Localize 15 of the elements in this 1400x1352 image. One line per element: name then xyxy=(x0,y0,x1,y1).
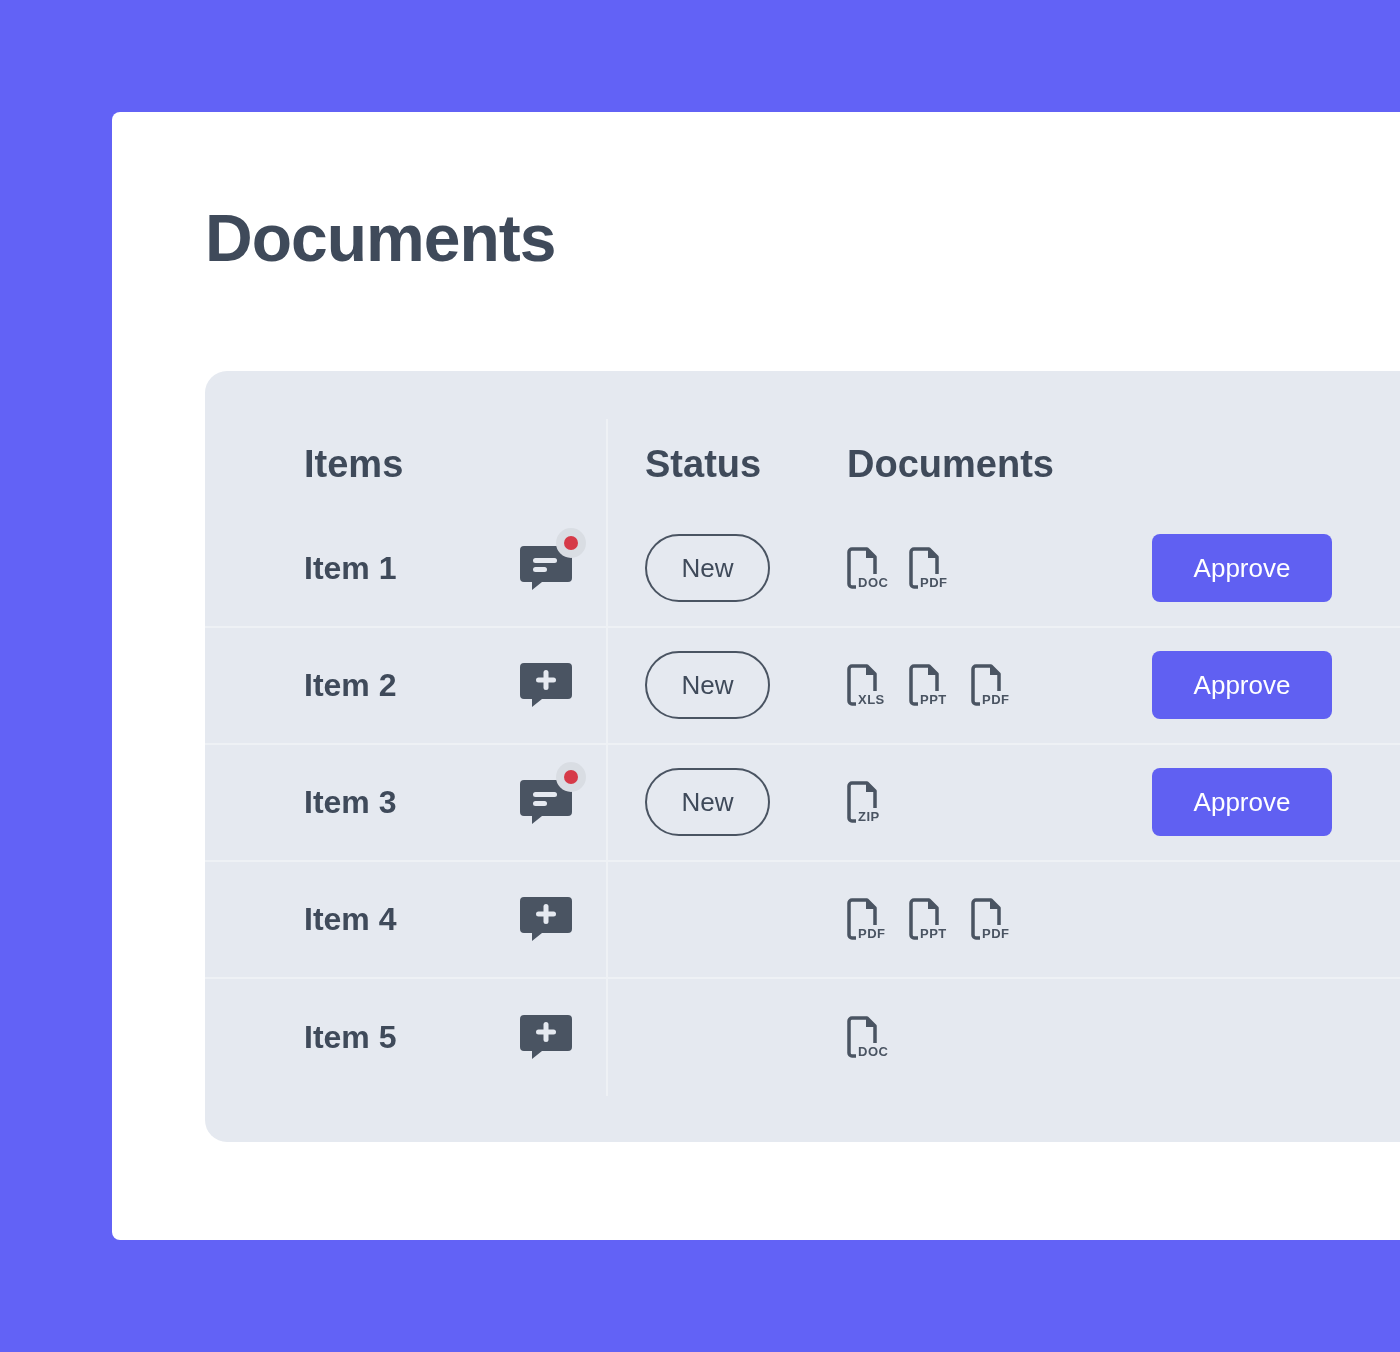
approve-button[interactable]: Approve xyxy=(1152,534,1332,603)
approve-button[interactable]: Approve xyxy=(1152,651,1332,720)
column-header: Status xyxy=(645,443,762,486)
status-pill: New xyxy=(645,768,770,837)
page-title: Documents xyxy=(205,202,557,275)
item-name: Item 4 xyxy=(304,900,398,940)
status-pill: New xyxy=(645,534,770,603)
column-header: Documents xyxy=(847,442,1054,488)
column-header: Items xyxy=(304,442,404,488)
item-name: Item 5 xyxy=(304,1018,398,1058)
approve-button[interactable]: Approve xyxy=(1152,768,1332,837)
item-name: Item 2 xyxy=(304,666,398,706)
item-name: Item 1 xyxy=(304,549,398,589)
item-name: Item 3 xyxy=(304,783,398,823)
status-pill: New xyxy=(645,651,770,720)
